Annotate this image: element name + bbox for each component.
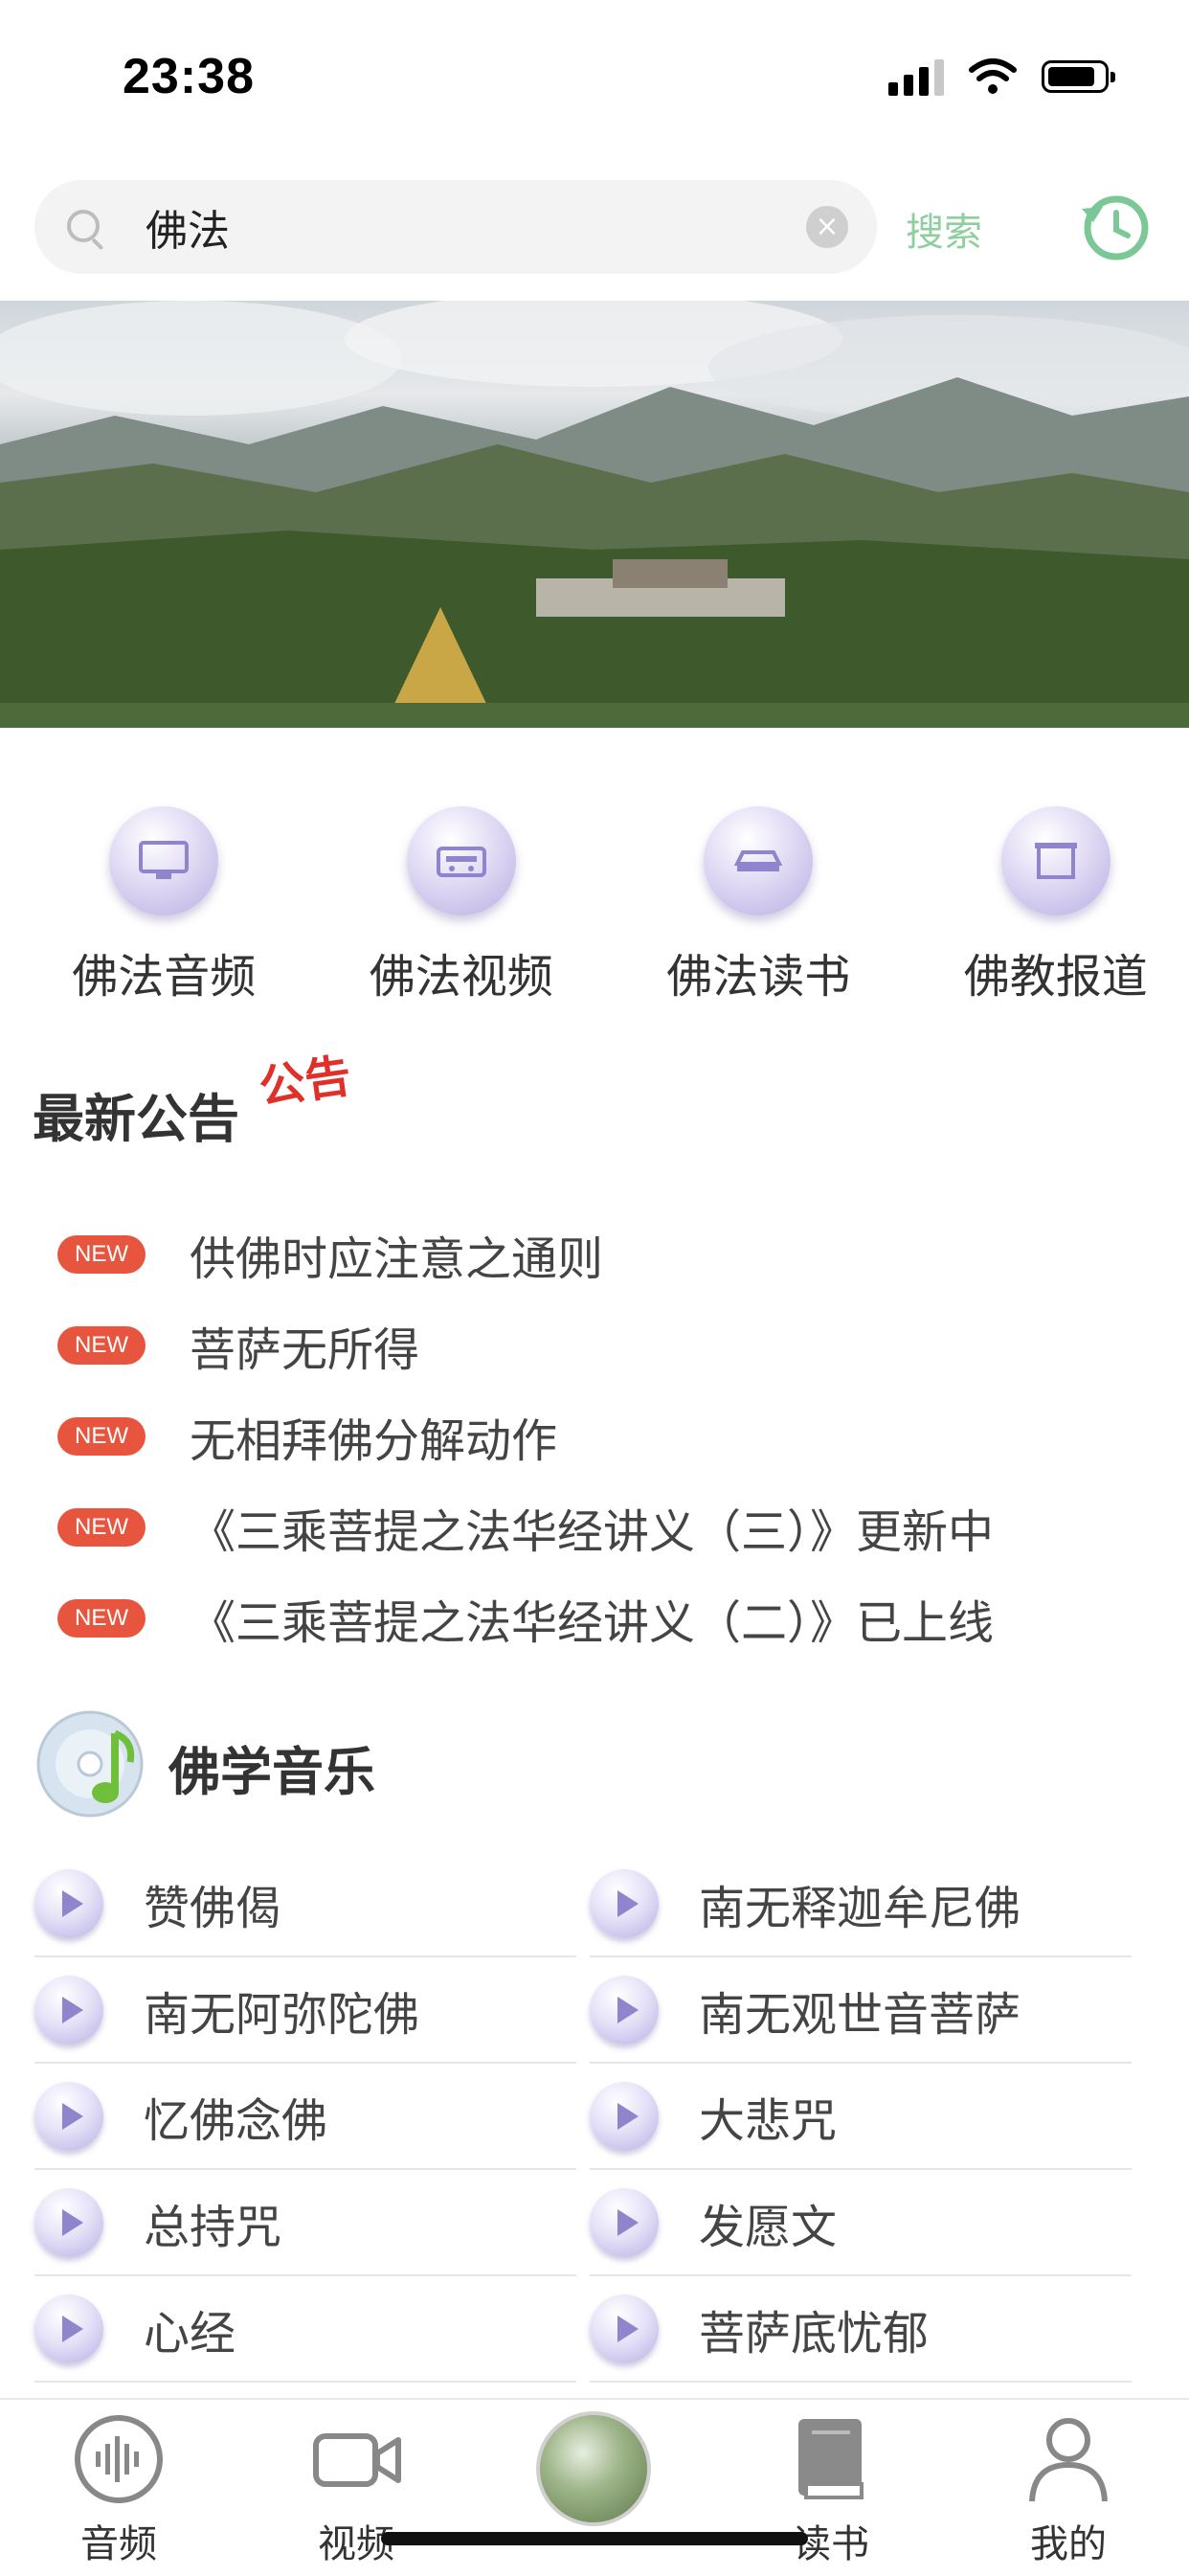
music-title: 佛学音乐 (168, 1729, 375, 1805)
music-item[interactable]: 南无阿弥陀佛 (34, 1957, 576, 2064)
music-item[interactable]: 忆佛念佛 (34, 2064, 576, 2170)
monitor-icon (109, 806, 218, 915)
banner-image[interactable] (0, 301, 1189, 728)
search-input[interactable] (144, 202, 806, 253)
wifi-icon (969, 58, 1017, 95)
category-video[interactable]: 佛法视频 (328, 806, 595, 1006)
music-item[interactable]: 大悲咒 (590, 2064, 1132, 2170)
video-camera-icon (310, 2413, 402, 2505)
category-news[interactable]: 佛教报道 (923, 806, 1189, 1006)
announcement-item[interactable]: NEW 无相拜佛分解动作 (57, 1390, 994, 1481)
center-play-icon[interactable] (536, 2411, 651, 2526)
new-badge: NEW (57, 1508, 146, 1547)
audio-wave-icon (73, 2413, 165, 2505)
announcement-item[interactable]: NEW 《三乘菩提之法华经讲义（二）》已上线 (57, 1572, 994, 1663)
radio-icon (407, 806, 516, 915)
announcement-list: NEW 供佛时应注意之通则 NEW 菩萨无所得 NEW 无相拜佛分解动作 NEW… (57, 1209, 994, 1663)
clear-icon[interactable]: × (806, 206, 848, 248)
category-audio[interactable]: 佛法音频 (31, 806, 298, 1006)
frame-icon (1001, 806, 1110, 915)
person-icon (1022, 2413, 1114, 2505)
play-icon (590, 2188, 659, 2257)
home-indicator[interactable] (381, 2532, 808, 2545)
new-badge: NEW (57, 1417, 146, 1456)
landscape-illustration (0, 301, 1189, 728)
new-badge: NEW (57, 1235, 146, 1274)
play-icon (34, 2082, 103, 2151)
play-icon (590, 2082, 659, 2151)
play-icon (590, 1869, 659, 1938)
category-reading[interactable]: 佛法读书 (625, 806, 892, 1006)
history-icon[interactable] (1076, 188, 1153, 264)
music-item[interactable]: 总持咒 (34, 2170, 576, 2276)
music-list: 赞佛偈 南无释迦牟尼佛 南无阿弥陀佛 南无观世音菩萨 忆佛念佛 大悲咒 总持咒 … (34, 1851, 1132, 2383)
play-icon (34, 1869, 103, 1938)
tab-profile[interactable]: 我的 (992, 2413, 1145, 2568)
cd-music-icon (34, 1705, 151, 1821)
play-icon (590, 1976, 659, 2045)
announcement-item[interactable]: NEW 《三乘菩提之法华经讲义（三）》更新中 (57, 1481, 994, 1572)
play-icon (34, 2294, 103, 2363)
music-item[interactable]: 心经 (34, 2276, 576, 2383)
music-item[interactable]: 南无释迦牟尼佛 (590, 1851, 1132, 1957)
notice-badge: 公告 (255, 1038, 355, 1118)
category-row: 佛法音频 佛法视频 佛法读书 佛教报道 (0, 806, 1189, 1006)
play-icon (590, 2294, 659, 2363)
battery-icon (1042, 60, 1109, 93)
announcement-item[interactable]: NEW 菩萨无所得 (57, 1299, 994, 1390)
status-icons (888, 57, 1109, 96)
search-button[interactable]: 搜索 (906, 201, 982, 257)
announcements-title: 最新公告 (33, 1076, 239, 1152)
music-item[interactable]: 赞佛偈 (34, 1851, 576, 1957)
music-item[interactable]: 南无观世音菩萨 (590, 1957, 1132, 2064)
status-time: 23:38 (123, 48, 255, 105)
play-icon (34, 1976, 103, 2045)
new-badge: NEW (57, 1599, 146, 1638)
search-icon (63, 206, 105, 248)
announcement-item[interactable]: NEW 供佛时应注意之通则 (57, 1209, 994, 1299)
cellular-signal-icon (888, 57, 944, 96)
status-bar: 23:38 (0, 0, 1189, 153)
device-icon (704, 806, 813, 915)
search-box[interactable]: × (34, 180, 877, 274)
tab-audio[interactable]: 音频 (42, 2413, 195, 2568)
music-item[interactable]: 发愿文 (590, 2170, 1132, 2276)
book-icon (785, 2413, 877, 2505)
music-item[interactable]: 菩萨底忧郁 (590, 2276, 1132, 2383)
play-icon (34, 2188, 103, 2257)
new-badge: NEW (57, 1326, 146, 1365)
